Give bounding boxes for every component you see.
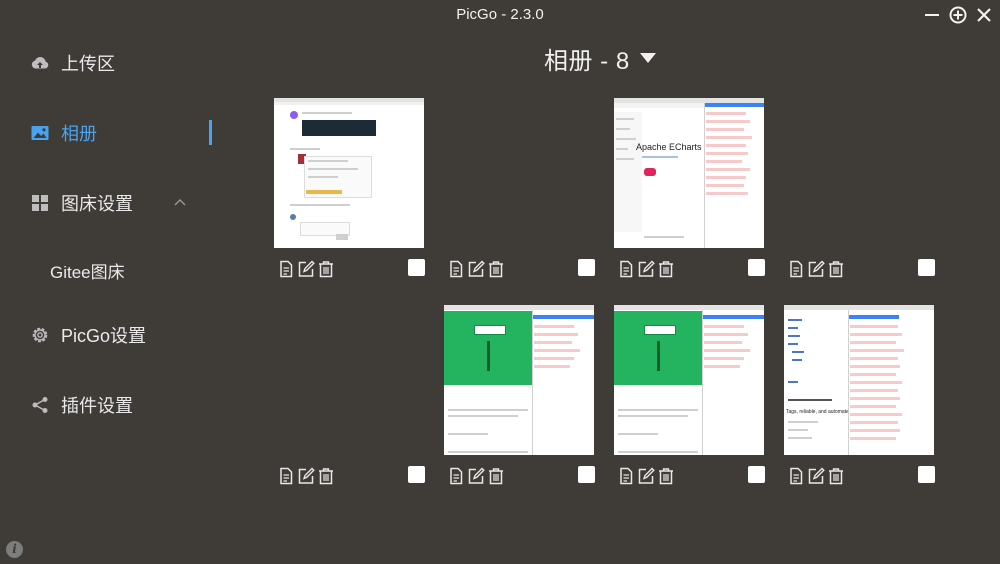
grid-icon — [30, 193, 50, 213]
delete-icon[interactable] — [656, 466, 676, 486]
sidebar-item-gallery[interactable]: 相册 — [30, 118, 97, 148]
sidebar-item-label: 插件设置 — [61, 396, 133, 416]
image-thumbnail[interactable] — [444, 305, 594, 455]
echarts-heading: Apache ECharts — [636, 142, 702, 152]
sidebar-item-plugin-settings[interactable]: 插件设置 — [30, 390, 133, 420]
document-icon[interactable] — [276, 259, 296, 279]
green-page-screenshot-preview — [444, 305, 594, 455]
image-thumbnail[interactable] — [784, 98, 934, 248]
image-thumbnail[interactable] — [274, 305, 424, 455]
document-icon[interactable] — [276, 466, 296, 486]
image-actions — [276, 466, 336, 486]
delete-icon[interactable] — [486, 259, 506, 279]
select-checkbox[interactable] — [748, 259, 765, 276]
image-icon — [30, 123, 50, 143]
delete-icon[interactable] — [826, 466, 846, 486]
echarts-screenshot-preview: Apache ECharts — [614, 98, 764, 248]
document-icon[interactable] — [446, 259, 466, 279]
edit-icon[interactable] — [806, 259, 826, 279]
sidebar-item-gitee[interactable]: Gitee图床 — [50, 255, 125, 285]
document-icon[interactable] — [786, 466, 806, 486]
album-title-dropdown[interactable]: 相册 - 8 — [544, 42, 656, 75]
image-actions — [616, 259, 676, 279]
document-icon[interactable] — [786, 259, 806, 279]
sidebar: 上传区 相册 图床设置 Gitee图床 PicGo设置 插件设置 — [0, 30, 240, 564]
delete-icon[interactable] — [656, 259, 676, 279]
edit-icon[interactable] — [296, 259, 316, 279]
sidebar-item-upload[interactable]: 上传区 — [30, 48, 115, 78]
green-page-screenshot-preview — [614, 305, 764, 455]
edit-icon[interactable] — [466, 259, 486, 279]
sidebar-item-label: 相册 — [61, 124, 97, 144]
sidebar-item-picgo-settings[interactable]: PicGo设置 — [30, 320, 146, 350]
sidebar-item-label: 图床设置 — [61, 194, 133, 214]
image-thumbnail[interactable] — [274, 98, 424, 248]
select-checkbox[interactable] — [748, 466, 765, 483]
edit-icon[interactable] — [636, 466, 656, 486]
info-icon[interactable]: i — [6, 541, 23, 558]
delete-icon[interactable] — [486, 466, 506, 486]
image-thumbnail[interactable]: Tags, reliable, and automated — [784, 305, 934, 455]
page-title: 相册 - 8 — [544, 47, 630, 75]
delete-icon[interactable] — [316, 466, 336, 486]
image-actions — [446, 466, 506, 486]
image-actions — [786, 466, 846, 486]
cloud-upload-icon — [30, 53, 50, 73]
edit-icon[interactable] — [636, 259, 656, 279]
sidebar-item-label: Gitee图床 — [50, 262, 125, 282]
document-icon[interactable] — [446, 466, 466, 486]
select-checkbox[interactable] — [578, 466, 595, 483]
image-actions — [616, 466, 676, 486]
edit-icon[interactable] — [806, 466, 826, 486]
gear-icon — [30, 325, 50, 345]
sidebar-item-picbed-settings[interactable]: 图床设置 — [30, 188, 133, 218]
image-actions — [786, 259, 846, 279]
image-actions — [276, 259, 336, 279]
select-checkbox[interactable] — [578, 259, 595, 276]
active-indicator — [209, 120, 212, 145]
image-actions — [446, 259, 506, 279]
close-icon[interactable] — [974, 5, 994, 25]
document-icon[interactable] — [616, 466, 636, 486]
share-icon — [30, 395, 50, 415]
document-icon[interactable] — [616, 259, 636, 279]
sidebar-item-label: 上传区 — [61, 54, 115, 74]
select-checkbox[interactable] — [408, 466, 425, 483]
edit-icon[interactable] — [466, 466, 486, 486]
chat-screenshot-preview — [274, 98, 424, 248]
text-list-screenshot-preview: Tags, reliable, and automated — [784, 305, 934, 455]
window-title: PicGo - 2.3.0 — [456, 6, 544, 23]
caret-down-icon — [639, 53, 656, 63]
select-checkbox[interactable] — [918, 259, 935, 276]
maximize-icon[interactable] — [948, 5, 968, 25]
select-checkbox[interactable] — [918, 466, 935, 483]
image-thumbnail[interactable] — [444, 98, 594, 248]
select-checkbox[interactable] — [408, 259, 425, 276]
image-thumbnail[interactable]: Apache ECharts — [614, 98, 764, 248]
edit-icon[interactable] — [296, 466, 316, 486]
title-bar: PicGo - 2.3.0 — [0, 0, 1000, 30]
minimize-icon[interactable] — [922, 5, 942, 25]
image-thumbnail[interactable] — [614, 305, 764, 455]
delete-icon[interactable] — [316, 259, 336, 279]
chevron-up-icon[interactable] — [172, 195, 188, 211]
sidebar-item-label: PicGo设置 — [61, 326, 147, 346]
preview-heading: Tags, reliable, and automated — [786, 409, 848, 415]
delete-icon[interactable] — [826, 259, 846, 279]
